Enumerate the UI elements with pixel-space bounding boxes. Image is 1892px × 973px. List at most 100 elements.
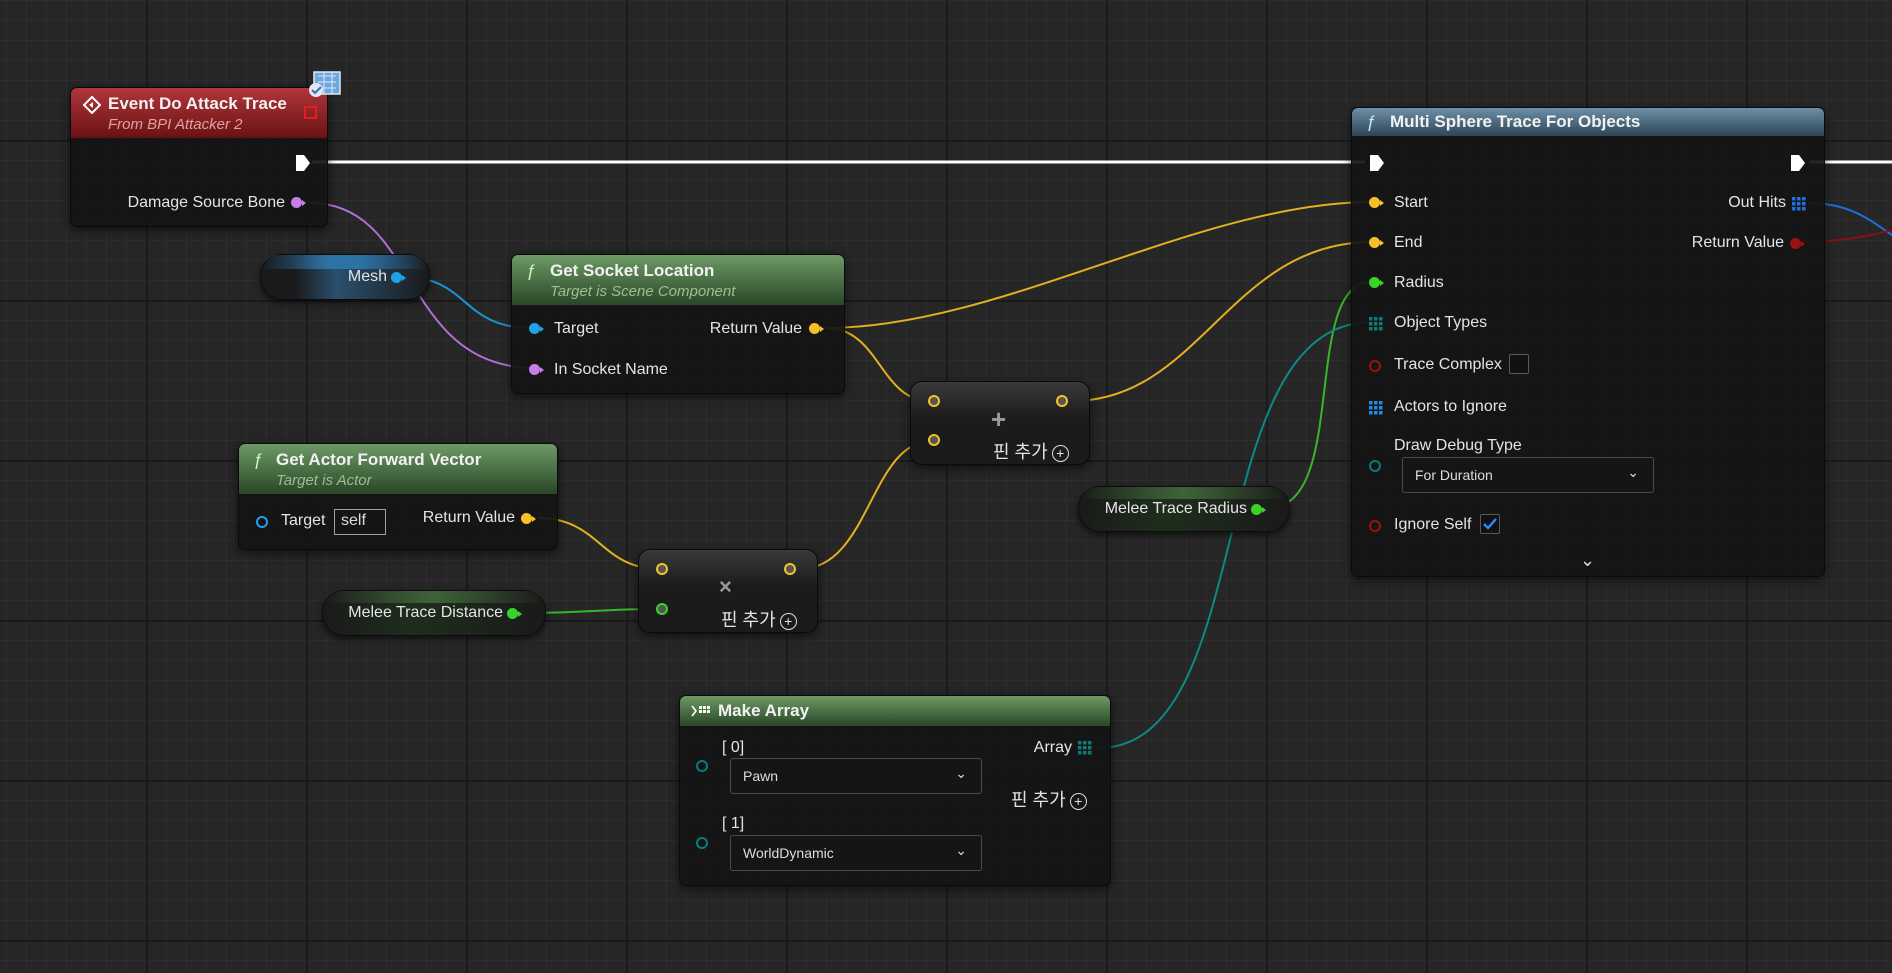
pin-label: [ 0]: [722, 739, 745, 756]
pin-label: Trace Complex: [1394, 356, 1502, 373]
node-subtitle: From BPI Attacker 2: [108, 116, 243, 133]
return-value-out-pin[interactable]: [521, 513, 536, 524]
radius-in-pin[interactable]: [1369, 277, 1384, 288]
make-array-add-pin-button[interactable]: 핀 추가 +: [1011, 786, 1087, 812]
add-pin-label: 핀 추가: [1011, 790, 1066, 810]
pin-label: Return Value: [709, 320, 802, 337]
add-pin-plus-icon: +: [1069, 792, 1087, 810]
multiply-symbol: ×: [719, 574, 732, 599]
self-value: self: [341, 512, 366, 529]
pin-label: Target: [554, 320, 599, 337]
make-array-node[interactable]: Make Array [ 0] Pawn ⌄ [ 1] WorldDynamic ⌄…: [679, 695, 1111, 886]
var-label: Melee Trace Distance: [348, 604, 503, 621]
chevron-down-icon: ⌄: [955, 842, 967, 858]
target-self-field[interactable]: self: [334, 509, 386, 535]
actors-to-ignore-in-pin[interactable]: [1369, 401, 1383, 415]
wire-array-to-object-types: [1097, 321, 1373, 749]
multi-sphere-trace-for-objects-node[interactable]: ƒ Multi Sphere Trace For Objects Start E…: [1351, 107, 1825, 577]
get-socket-location-node[interactable]: ƒ Get Socket Location Target is Scene Co…: [511, 254, 845, 394]
pin-label: Start: [1394, 194, 1428, 211]
add-pin-label: 핀 추가: [721, 610, 776, 630]
target-in-pin[interactable]: [256, 516, 268, 528]
event-diamond-icon: [83, 96, 101, 114]
end-in-pin[interactable]: [1369, 237, 1384, 248]
mesh-variable-node[interactable]: Mesh: [260, 254, 430, 300]
node-subtitle: Target is Scene Component: [550, 283, 736, 300]
add-out-pin[interactable]: [1056, 395, 1068, 407]
multiply-b-pin[interactable]: [656, 603, 668, 615]
node-title: Get Socket Location: [550, 261, 715, 280]
multiply-a-pin[interactable]: [656, 563, 668, 575]
damage-source-bone-pin[interactable]: [291, 197, 306, 208]
draw-debug-type-in-pin[interactable]: [1369, 460, 1381, 472]
ignore-self-in-pin[interactable]: [1369, 520, 1381, 532]
dropdown-value: For Duration: [1415, 467, 1493, 483]
node-title: Get Actor Forward Vector: [276, 450, 482, 469]
function-f-icon: ƒ: [526, 261, 536, 280]
trace-complex-checkbox[interactable]: [1509, 354, 1529, 374]
add-pin-plus-icon: +: [779, 612, 797, 630]
pin-label: Array: [1033, 739, 1072, 756]
array-item-1-dropdown[interactable]: WorldDynamic ⌄: [730, 835, 982, 871]
multiply-out-pin[interactable]: [784, 563, 796, 575]
ignore-self-checkbox[interactable]: [1480, 514, 1500, 534]
object-types-in-pin[interactable]: [1369, 317, 1383, 331]
function-f-icon: ƒ: [1366, 112, 1376, 131]
node-title: Make Array: [718, 701, 810, 720]
add-node[interactable]: + 핀 추가 +: [910, 381, 1090, 465]
add-add-pin-button[interactable]: 핀 추가 +: [993, 438, 1069, 464]
melee-trace-radius-variable-node[interactable]: Melee Trace Radius: [1078, 486, 1290, 532]
array-grid-icon: [691, 705, 710, 717]
return-value-out-pin[interactable]: [1790, 238, 1805, 249]
multiply-add-pin-button[interactable]: 핀 추가 +: [721, 606, 797, 632]
wire-socket-to-start: [825, 201, 1373, 329]
trace-complex-in-pin[interactable]: [1369, 360, 1381, 372]
wire-add-to-end: [1071, 241, 1373, 402]
pin-label: Object Types: [1394, 314, 1488, 331]
dropdown-value: Pawn: [743, 768, 779, 784]
node-title: Event Do Attack Trace: [108, 94, 287, 113]
melee-trace-distance-variable-node[interactable]: Melee Trace Distance: [322, 590, 546, 636]
function-f-icon: ƒ: [253, 450, 263, 469]
array-item-0-dropdown[interactable]: Pawn ⌄: [730, 758, 982, 794]
blueprint-interface-icon: [306, 68, 342, 100]
draw-debug-type-dropdown[interactable]: For Duration ⌄: [1402, 457, 1654, 493]
get-actor-forward-vector-node[interactable]: ƒ Get Actor Forward Vector Target is Act…: [238, 443, 558, 550]
pin-label: Radius: [1394, 274, 1444, 291]
array-out-pin[interactable]: [1078, 741, 1092, 755]
dropdown-value: WorldDynamic: [743, 845, 834, 861]
var-highlight: [323, 591, 545, 603]
add-pin-plus-icon: +: [1051, 444, 1069, 462]
start-in-pin[interactable]: [1369, 197, 1384, 208]
var-highlight: [1079, 487, 1289, 499]
var-label: Mesh: [347, 268, 387, 285]
array-item-1-pin[interactable]: [696, 837, 708, 849]
pin-label: Damage Source Bone: [127, 194, 285, 211]
add-pin-label: 핀 추가: [993, 442, 1048, 462]
array-item-0-pin[interactable]: [696, 760, 708, 772]
add-a-pin[interactable]: [928, 395, 940, 407]
expand-advanced-chevron-icon[interactable]: ⌄: [1580, 550, 1595, 571]
mesh-out-pin[interactable]: [391, 272, 406, 283]
out-hits-out-pin[interactable]: [1792, 197, 1806, 211]
return-value-out-pin[interactable]: [809, 323, 824, 334]
target-in-pin[interactable]: [529, 323, 544, 334]
in-socket-name-pin[interactable]: [529, 364, 544, 375]
melee-trace-radius-out-pin[interactable]: [1251, 504, 1266, 515]
melee-trace-distance-out-pin[interactable]: [507, 608, 522, 619]
chevron-down-icon: ⌄: [1627, 464, 1639, 480]
delegate-pin[interactable]: [304, 106, 317, 119]
add-symbol: +: [991, 404, 1007, 434]
event-do-attack-trace-node[interactable]: Event Do Attack Trace From BPI Attacker …: [70, 87, 328, 227]
var-label: Melee Trace Radius: [1104, 500, 1247, 517]
pin-label: In Socket Name: [554, 361, 668, 378]
checkmark-icon: [1483, 518, 1497, 530]
pin-label: End: [1394, 234, 1423, 251]
var-highlight: [261, 255, 429, 269]
pin-label: Ignore Self: [1394, 516, 1472, 533]
node-title: Multi Sphere Trace For Objects: [1390, 112, 1641, 131]
pin-label: [ 1]: [722, 815, 745, 832]
pin-label: Out Hits: [1728, 194, 1786, 211]
add-b-pin[interactable]: [928, 434, 940, 446]
multiply-node[interactable]: × 핀 추가 +: [638, 549, 818, 633]
